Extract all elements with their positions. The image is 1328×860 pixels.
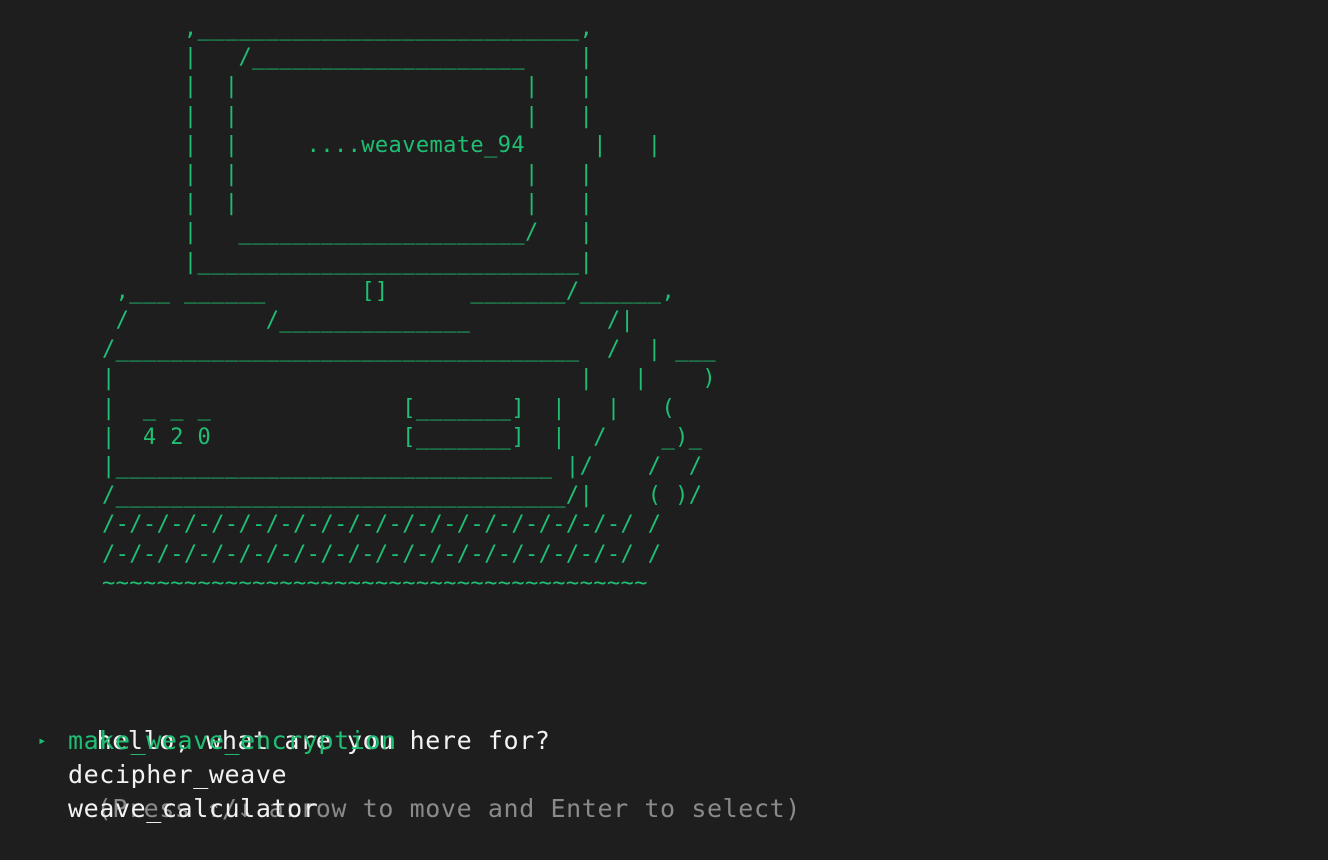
selection-pointer-icon: ▸: [38, 733, 48, 749]
selection-menu: ▸ make_weave_encryption decipher_weave w…: [38, 724, 397, 826]
terminal-window: ,____________________________, | /______…: [0, 0, 1328, 828]
menu-item-label: decipher_weave: [68, 760, 288, 789]
menu-item-label: make_weave_encryption: [68, 726, 397, 755]
menu-item-weave-calculator[interactable]: weave_calculator: [38, 792, 397, 826]
menu-item-make-weave-encryption[interactable]: ▸ make_weave_encryption: [38, 724, 397, 758]
menu-item-label: weave_calculator: [68, 794, 319, 823]
menu-item-decipher-weave[interactable]: decipher_weave: [38, 758, 397, 792]
ascii-computer-art: ,____________________________, | /______…: [102, 16, 717, 596]
